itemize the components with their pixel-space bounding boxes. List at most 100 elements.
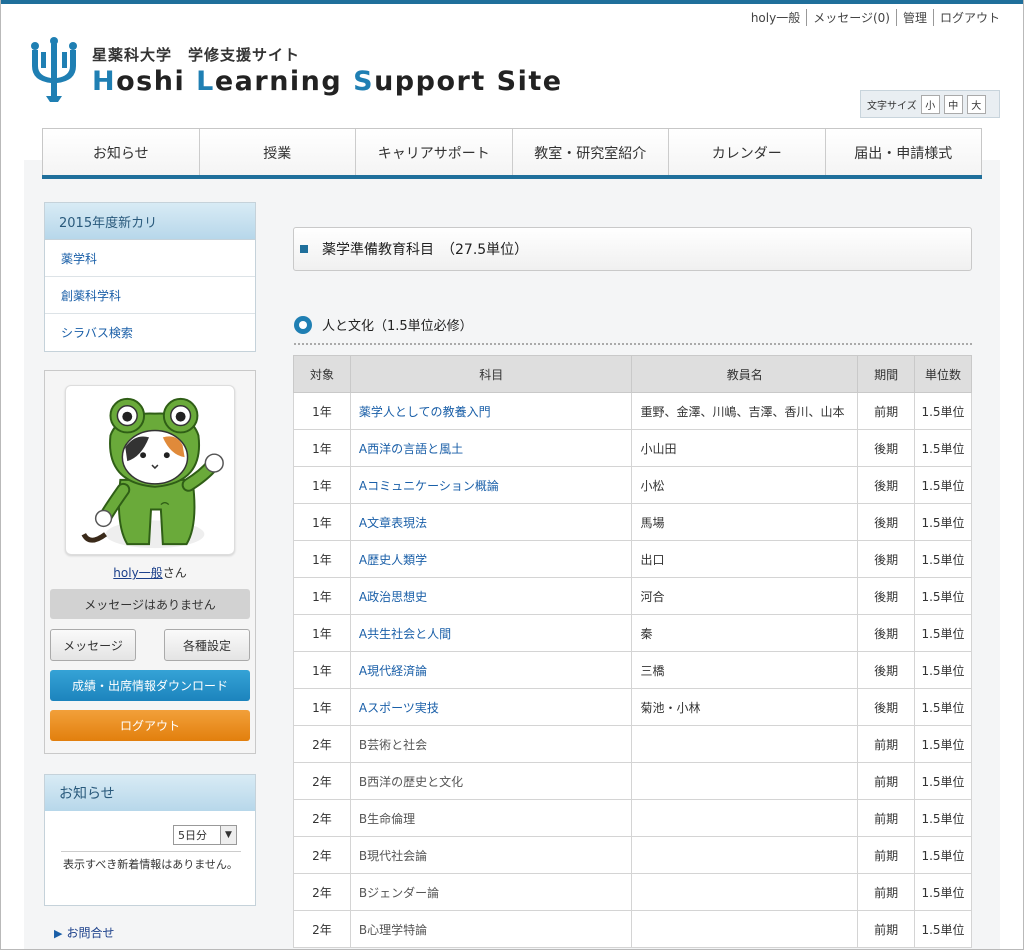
cell-term: 前期 <box>857 799 916 837</box>
nav-item-calendar[interactable]: カレンダー <box>668 129 825 176</box>
cell-subject[interactable]: 薬学人としての教養入門 <box>349 392 633 430</box>
table-row: 1年 薬学人としての教養入門 重野、金澤、川嶋、吉澤、香川、山本 前期 1.5単位 <box>293 392 972 430</box>
user-panel: holy一般さん メッセージはありません メッセージ 各種設定 成績・出席情報ダ… <box>44 370 256 754</box>
username-link[interactable]: holy一般 <box>113 566 162 580</box>
cell-credits: 1.5単位 <box>914 392 972 430</box>
username-suffix: さん <box>162 566 187 580</box>
cell-credits: 1.5単位 <box>914 651 972 689</box>
logout-button[interactable]: ログアウト <box>50 710 250 741</box>
cell-instructor <box>631 873 859 911</box>
cell-subject[interactable]: Aスポーツ実技 <box>349 688 633 726</box>
table-row: 1年 A文章表現法 馬場 後期 1.5単位 <box>293 503 972 541</box>
cell-target: 1年 <box>293 651 351 689</box>
download-grades-button[interactable]: 成績・出席情報ダウンロード <box>50 670 250 701</box>
section-heading: 人と文化（1.5単位必修） <box>294 315 473 334</box>
cell-subject[interactable]: A共生社会と人間 <box>349 614 633 652</box>
brand-japanese-title: 星薬科大学 学修支援サイト <box>92 46 301 64</box>
cell-subject[interactable]: A西洋の言語と風土 <box>349 429 633 467</box>
util-link-admin[interactable]: 管理 <box>895 9 933 26</box>
cell-subject[interactable]: A政治思想史 <box>349 577 633 615</box>
cell-target: 1年 <box>293 466 351 504</box>
nav-item-classes[interactable]: 授業 <box>198 129 355 176</box>
table-row: 1年 A歴史人類学 出口 後期 1.5単位 <box>293 540 972 578</box>
settings-button[interactable]: 各種設定 <box>164 629 250 661</box>
cell-target: 1年 <box>293 392 351 430</box>
cell-subject[interactable]: Aコミュニケーション概論 <box>349 466 633 504</box>
util-link-messages[interactable]: メッセージ(0) <box>806 9 896 26</box>
cell-target: 1年 <box>293 577 351 615</box>
nav-item-career[interactable]: キャリアサポート <box>355 129 512 176</box>
cell-credits: 1.5単位 <box>914 429 972 467</box>
table-row: 2年 B現代社会論 前期 1.5単位 <box>293 836 972 874</box>
contact-link[interactable]: ▶ お問合せ <box>54 924 114 941</box>
sidebar-item-syllabus-search[interactable]: シラバス検索 <box>45 314 255 351</box>
font-size-medium-button[interactable]: 中 <box>943 94 963 114</box>
cell-instructor: 河合 <box>631 577 859 615</box>
cell-subject: B西洋の歴史と文化 <box>349 762 633 800</box>
cell-term: 前期 <box>857 836 916 874</box>
page-title: 薬学準備教育科目 （27.5単位） <box>322 242 529 258</box>
message-button[interactable]: メッセージ <box>50 629 136 661</box>
font-size-label: 文字サイズ <box>867 100 917 112</box>
cell-term: 後期 <box>857 466 916 504</box>
cell-credits: 1.5単位 <box>914 836 972 874</box>
avatar <box>65 385 235 555</box>
username-line: holy一般さん <box>45 564 255 581</box>
cell-instructor: 出口 <box>631 540 859 578</box>
cell-term: 前期 <box>857 762 916 800</box>
util-link-user[interactable]: holy一般 <box>745 9 806 26</box>
table-header-row: 対象 科目 教員名 期間 単位数 <box>293 355 972 393</box>
message-status-bar: メッセージはありません <box>50 589 250 619</box>
cell-target: 1年 <box>293 614 351 652</box>
cell-subject[interactable]: A文章表現法 <box>349 503 633 541</box>
cell-credits: 1.5単位 <box>914 540 972 578</box>
util-link-logout[interactable]: ログアウト <box>932 9 1006 26</box>
nav-item-news[interactable]: お知らせ <box>43 129 199 176</box>
table-row: 1年 A西洋の言語と風土 小山田 後期 1.5単位 <box>293 429 972 467</box>
table-row: 2年 Bジェンダー論 前期 1.5単位 <box>293 873 972 911</box>
nav-item-forms[interactable]: 届出・申請様式 <box>824 129 981 176</box>
sidebar-item-drug-discovery[interactable]: 創薬科学科 <box>45 277 255 314</box>
table-row: 1年 Aスポーツ実技 菊池・小林 後期 1.5単位 <box>293 688 972 726</box>
cell-subject[interactable]: A現代経済論 <box>349 651 633 689</box>
table-row: 1年 A政治思想史 河合 後期 1.5単位 <box>293 577 972 615</box>
cell-term: 後期 <box>857 503 916 541</box>
news-period-select[interactable]: 5日分 ▼ <box>173 825 237 845</box>
column-header-instructor: 教員名 <box>631 355 859 393</box>
cell-target: 1年 <box>293 688 351 726</box>
sidebar-menu: 2015年度新カリ 薬学科 創薬科学科 シラバス検索 <box>44 202 256 352</box>
cell-target: 2年 <box>293 910 351 948</box>
cell-credits: 1.5単位 <box>914 910 972 948</box>
chevron-down-icon[interactable]: ▼ <box>220 826 236 844</box>
cell-credits: 1.5単位 <box>914 725 972 763</box>
nav-item-labs[interactable]: 教室・研究室紹介 <box>511 129 668 176</box>
cell-term: 後期 <box>857 651 916 689</box>
cell-subject[interactable]: A歴史人類学 <box>349 540 633 578</box>
cell-credits: 1.5単位 <box>914 466 972 504</box>
square-bullet-icon <box>300 245 308 253</box>
course-table: 対象 科目 教員名 期間 単位数 1年 薬学人としての教養入門 重野、金澤、川嶋、吉… <box>293 355 972 948</box>
column-header-term: 期間 <box>857 355 916 393</box>
site-header: holy一般 メッセージ(0) 管理 ログアウト 星薬科大学 学修支援サイト H… <box>0 4 1024 130</box>
university-logo-icon[interactable] <box>28 36 80 104</box>
sidebar-item-pharmacy[interactable]: 薬学科 <box>45 240 255 277</box>
column-header-subject: 科目 <box>349 355 633 393</box>
cell-target: 2年 <box>293 836 351 874</box>
cell-term: 前期 <box>857 873 916 911</box>
column-header-target: 対象 <box>293 355 351 393</box>
cell-target: 2年 <box>293 725 351 763</box>
table-row: 2年 B心理学特論 前期 1.5単位 <box>293 910 972 948</box>
font-size-small-button[interactable]: 小 <box>920 94 940 114</box>
section-title: 人と文化（1.5単位必修） <box>322 319 473 334</box>
font-size-large-button[interactable]: 大 <box>966 94 986 114</box>
cell-credits: 1.5単位 <box>914 762 972 800</box>
cell-term: 後期 <box>857 540 916 578</box>
sidebar-menu-title[interactable]: 2015年度新カリ <box>45 203 255 240</box>
news-divider <box>61 851 241 852</box>
nav-underline <box>42 175 982 179</box>
contact-link-label[interactable]: お問合せ <box>66 926 114 940</box>
cell-term: 後期 <box>857 429 916 467</box>
global-navigation: お知らせ 授業 キャリアサポート 教室・研究室紹介 カレンダー 届出・申請様式 <box>42 128 982 176</box>
cell-subject: B現代社会論 <box>349 836 633 874</box>
news-panel-title: お知らせ <box>45 775 255 811</box>
